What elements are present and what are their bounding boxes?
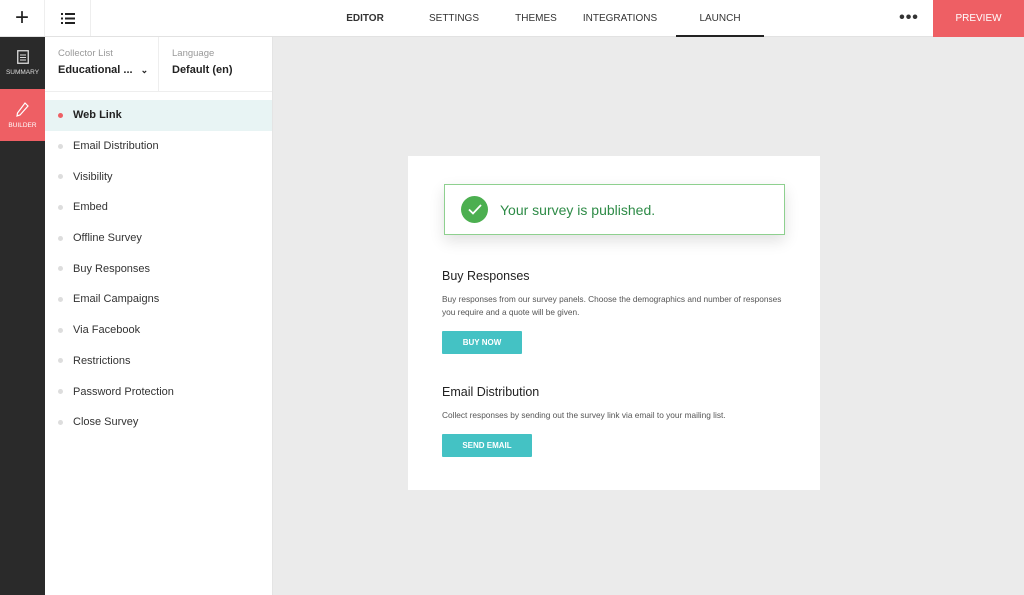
tab-launch[interactable]: LAUNCH	[676, 0, 764, 37]
menu-item-buy-responses[interactable]: Buy Responses	[45, 253, 272, 284]
menu-item-label: Embed	[73, 201, 108, 214]
bullet-icon	[58, 204, 63, 210]
document-icon	[16, 50, 29, 64]
menu-item-label: Visibility	[73, 170, 113, 183]
tab-themes[interactable]: THEMES	[508, 0, 564, 37]
published-alert: Your survey is published.	[444, 184, 785, 235]
collector-list-label: Collector List	[58, 48, 113, 59]
language-select[interactable]: Language Default (en)	[159, 37, 233, 91]
menu-item-label: Close Survey	[73, 416, 139, 429]
list-button[interactable]	[45, 0, 91, 36]
bullet-icon	[58, 419, 63, 425]
main-tabs: EDITOR SETTINGS THEMES INTEGRATIONS LAUN…	[330, 0, 764, 37]
check-circle-icon	[461, 196, 488, 223]
collector-list-value: Educational ...	[58, 64, 133, 76]
chevron-down-icon: ⌄	[140, 64, 149, 75]
menu-item-label: Restrictions	[73, 354, 131, 367]
launch-card: Your survey is published. Buy Responses …	[408, 156, 820, 490]
collector-list-select[interactable]: Collector List Educational ... ⌄	[45, 37, 159, 91]
bullet-icon	[58, 112, 63, 118]
launch-menu: Web Link Email Distribution Visibility E…	[45, 100, 272, 438]
buy-responses-title: Buy Responses	[442, 269, 530, 283]
bullet-icon	[58, 389, 63, 395]
tab-editor[interactable]: EDITOR	[330, 0, 400, 37]
menu-item-label: Buy Responses	[73, 262, 151, 275]
bullet-icon	[58, 327, 63, 333]
send-email-button[interactable]: SEND EMAIL	[442, 434, 532, 457]
add-button[interactable]: +	[0, 0, 45, 36]
menu-item-label: Email Distribution	[73, 140, 159, 153]
launch-sidebar: Collector List Educational ... ⌄ Language…	[45, 37, 273, 595]
menu-item-label: Password Protection	[73, 385, 174, 398]
tab-integrations[interactable]: INTEGRATIONS	[564, 0, 676, 37]
menu-item-email-distribution[interactable]: Email Distribution	[45, 131, 272, 162]
list-icon	[60, 12, 75, 24]
bullet-icon	[58, 235, 63, 241]
left-nav: SUMMARY BUILDER	[0, 37, 45, 595]
more-options-icon[interactable]: •••	[892, 0, 926, 36]
menu-item-visibility[interactable]: Visibility	[45, 161, 272, 192]
menu-item-embed[interactable]: Embed	[45, 192, 272, 223]
email-distribution-section: Email Distribution Collect responses by …	[442, 385, 792, 457]
menu-item-label: Web Link	[73, 109, 122, 122]
menu-item-email-campaigns[interactable]: Email Campaigns	[45, 284, 272, 315]
menu-item-label: Email Campaigns	[73, 293, 160, 306]
buy-now-button[interactable]: BUY NOW	[442, 331, 522, 354]
menu-item-password-protection[interactable]: Password Protection	[45, 376, 272, 407]
menu-item-web-link[interactable]: Web Link	[45, 100, 272, 131]
nav-summary[interactable]: SUMMARY	[0, 37, 45, 89]
menu-item-label: Offline Survey	[73, 232, 142, 245]
menu-item-offline-survey[interactable]: Offline Survey	[45, 223, 272, 254]
buy-responses-description: Buy responses from our survey panels. Ch…	[442, 294, 782, 317]
bullet-icon	[58, 174, 63, 180]
menu-item-close-survey[interactable]: Close Survey	[45, 407, 272, 438]
menu-item-restrictions[interactable]: Restrictions	[45, 346, 272, 377]
bullet-icon	[58, 266, 63, 272]
nav-summary-label: SUMMARY	[5, 69, 40, 76]
bullet-icon	[58, 143, 63, 149]
menu-item-label: Via Facebook	[73, 324, 141, 337]
email-distribution-title: Email Distribution	[442, 385, 540, 399]
top-bar: + EDITOR SETTINGS THEMES INTEGRATIONS LA…	[0, 0, 1024, 37]
language-label: Language	[172, 48, 215, 59]
alert-text: Your survey is published.	[500, 201, 656, 218]
tab-settings[interactable]: SETTINGS	[400, 0, 508, 37]
bullet-icon	[58, 358, 63, 364]
language-value: Default (en)	[172, 64, 233, 76]
email-distribution-description: Collect responses by sending out the sur…	[442, 410, 726, 420]
nav-builder[interactable]: BUILDER	[0, 89, 45, 141]
buy-responses-section: Buy Responses Buy responses from our sur…	[442, 269, 792, 354]
nav-builder-label: BUILDER	[8, 121, 37, 129]
menu-item-via-facebook[interactable]: Via Facebook	[45, 315, 272, 346]
preview-button[interactable]: PREVIEW	[933, 0, 1024, 37]
plus-icon: +	[14, 4, 29, 31]
bullet-icon	[58, 296, 63, 302]
pencil-icon	[16, 101, 29, 117]
